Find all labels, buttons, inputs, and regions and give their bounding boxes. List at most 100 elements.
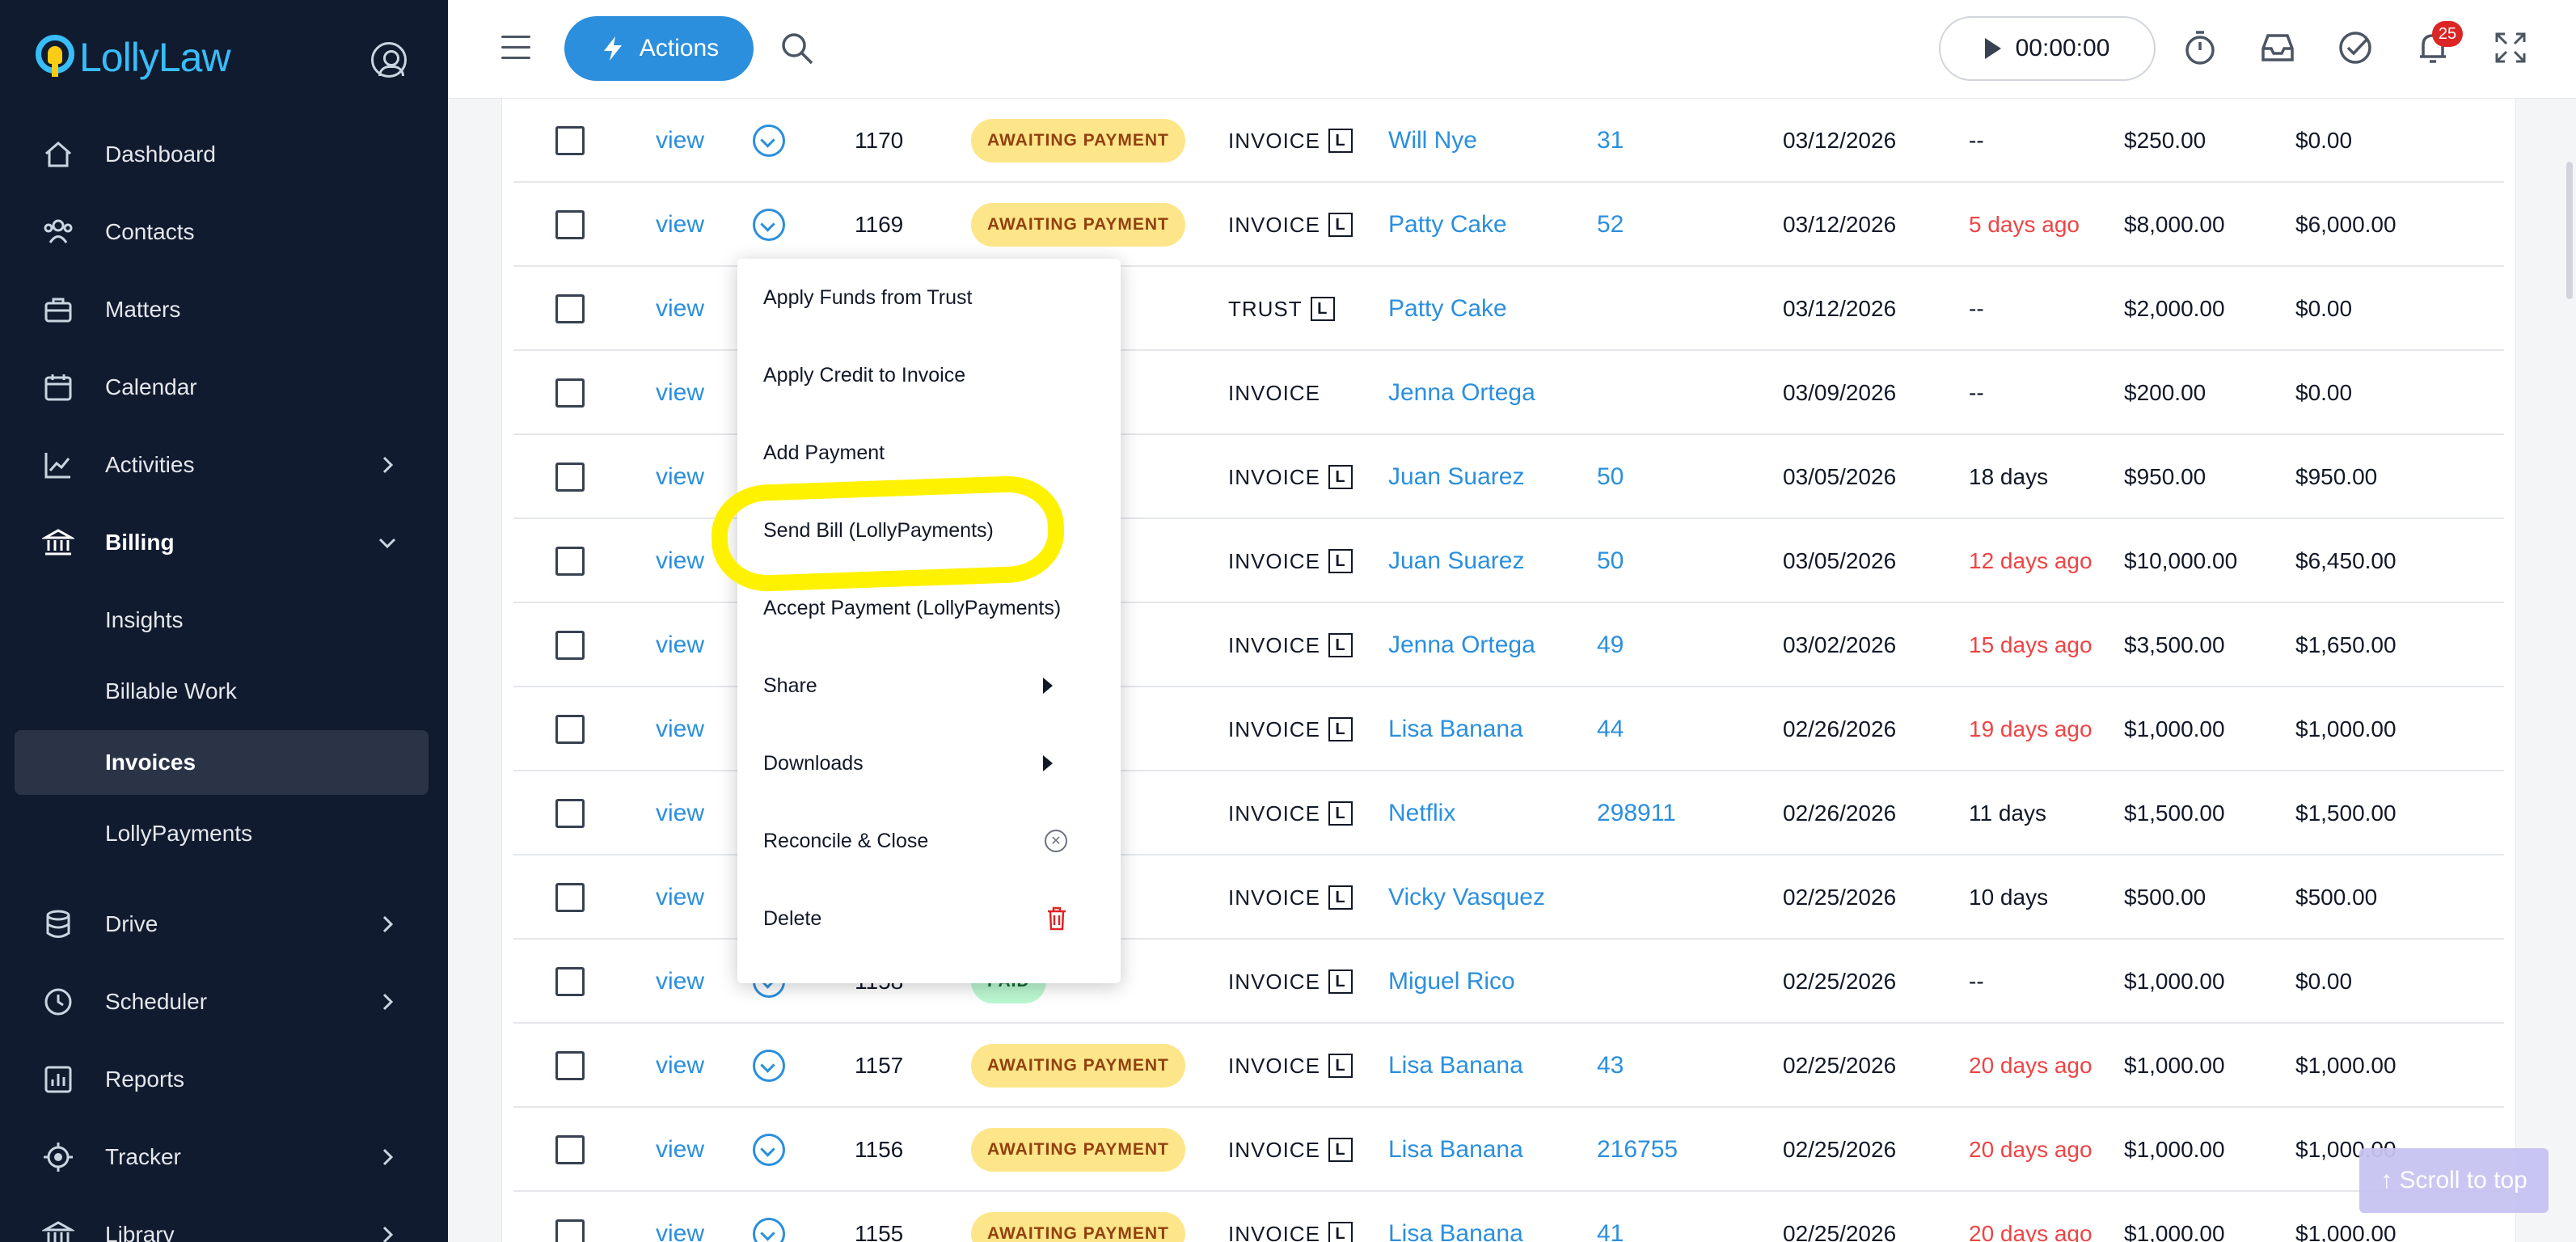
inbox-icon[interactable]: [2259, 29, 2296, 66]
row-checkbox[interactable]: [555, 378, 585, 408]
contact-link[interactable]: Juan Suarez: [1388, 519, 1566, 603]
search-icon[interactable]: [779, 31, 815, 66]
sidebar-subitem-insights[interactable]: Insights: [15, 588, 429, 653]
status-badge: AWAITING PAYMENT: [971, 203, 1185, 247]
menu-reconcile-close[interactable]: Reconcile & Close ✕: [737, 802, 1121, 880]
contact-link[interactable]: Patty Cake: [1388, 183, 1566, 267]
view-link[interactable]: view: [656, 1108, 704, 1192]
menu-apply-funds-from-trust[interactable]: Apply Funds from Trust: [737, 259, 1121, 336]
check-circle-icon[interactable]: [2337, 29, 2374, 66]
view-link[interactable]: view: [656, 351, 704, 435]
view-link[interactable]: view: [656, 603, 704, 687]
row-checkbox[interactable]: [555, 294, 585, 323]
hamburger-menu-icon[interactable]: [501, 36, 530, 60]
matter-link[interactable]: 31: [1597, 99, 1624, 183]
sidebar-item-calendar[interactable]: Calendar: [15, 355, 429, 420]
row-checkbox[interactable]: [555, 883, 585, 912]
type-cell: INVOICEL: [1228, 351, 1320, 435]
sidebar-subitem-invoices[interactable]: Invoices: [15, 730, 429, 795]
row-checkbox[interactable]: [555, 631, 585, 660]
matter-link[interactable]: 52: [1597, 183, 1624, 267]
sidebar-item-scheduler[interactable]: Scheduler: [15, 970, 429, 1034]
matter-link[interactable]: 216755: [1597, 1108, 1678, 1192]
row-dropdown-icon[interactable]: [753, 1050, 785, 1082]
sidebar-item-matters[interactable]: Matters: [15, 277, 429, 342]
scroll-to-top-button[interactable]: ↑ Scroll to top: [2359, 1148, 2549, 1213]
contact-link[interactable]: Lisa Banana: [1388, 1024, 1566, 1108]
sidebar-item-tracker[interactable]: Tracker: [15, 1125, 429, 1189]
row-checkbox[interactable]: [555, 1219, 585, 1242]
fullscreen-icon[interactable]: [2492, 29, 2529, 66]
menu-apply-credit-to-invoice[interactable]: Apply Credit to Invoice: [737, 336, 1121, 414]
row-checkbox[interactable]: [555, 210, 585, 239]
row-checkbox[interactable]: [555, 799, 585, 828]
stopwatch-icon[interactable]: [2181, 29, 2219, 66]
sidebar-subitem-lollypayments[interactable]: LollyPayments: [15, 801, 429, 866]
view-link[interactable]: view: [656, 855, 704, 940]
matter-link[interactable]: 44: [1597, 687, 1624, 771]
contact-link[interactable]: Jenna Ortega: [1388, 351, 1566, 435]
row-dropdown-icon[interactable]: [753, 125, 785, 157]
view-link[interactable]: view: [656, 267, 704, 351]
invoice-date: 03/05/2026: [1783, 464, 1897, 489]
row-dropdown-icon[interactable]: [753, 1218, 785, 1242]
contact-link[interactable]: Patty Cake: [1388, 267, 1566, 351]
contact-link[interactable]: Will Nye: [1388, 99, 1566, 183]
view-link[interactable]: view: [656, 435, 704, 519]
contact-link[interactable]: Juan Suarez: [1388, 435, 1566, 519]
menu-downloads[interactable]: Downloads: [737, 724, 1121, 802]
sidebar-item-dashboard[interactable]: Dashboard: [15, 122, 429, 187]
row-checkbox[interactable]: [555, 967, 585, 996]
contact-link[interactable]: Vicky Vasquez: [1388, 855, 1566, 940]
sidebar-item-contacts[interactable]: Contacts: [15, 200, 429, 264]
sidebar-item-library[interactable]: Library: [15, 1202, 429, 1242]
matter-link[interactable]: 50: [1597, 435, 1624, 519]
view-link[interactable]: view: [656, 771, 704, 855]
lightbulb-logo-icon: [36, 35, 74, 80]
invoice-number: 1157: [855, 1053, 904, 1078]
invoice-age: 5 days ago: [1969, 212, 2080, 237]
account-icon[interactable]: [371, 42, 407, 78]
scrollbar[interactable]: [2566, 162, 2573, 299]
contact-link[interactable]: Jenna Ortega: [1388, 603, 1566, 687]
row-checkbox[interactable]: [555, 463, 585, 492]
contact-link[interactable]: Lisa Banana: [1388, 1192, 1566, 1242]
chevron-right-icon: [382, 993, 394, 1011]
row-checkbox[interactable]: [555, 1051, 585, 1080]
timer-button[interactable]: 00:00:00: [1939, 16, 2156, 81]
row-dropdown-icon[interactable]: [753, 1134, 785, 1166]
row-checkbox[interactable]: [555, 1135, 585, 1164]
menu-share[interactable]: Share: [737, 647, 1121, 724]
sidebar-item-reports[interactable]: Reports: [15, 1047, 429, 1112]
matter-link[interactable]: 50: [1597, 519, 1624, 603]
contact-link[interactable]: Lisa Banana: [1388, 1108, 1566, 1192]
contact-link[interactable]: Lisa Banana: [1388, 687, 1566, 771]
invoice-balance: $1,000.00: [2295, 1053, 2397, 1078]
matter-link[interactable]: 43: [1597, 1024, 1624, 1108]
actions-button[interactable]: Actions: [564, 16, 754, 81]
row-checkbox[interactable]: [555, 715, 585, 744]
brand-logo[interactable]: LollyLaw: [36, 31, 231, 84]
matter-link[interactable]: 298911: [1597, 771, 1676, 855]
menu-delete[interactable]: Delete: [737, 880, 1121, 957]
view-link[interactable]: view: [656, 519, 704, 603]
view-link[interactable]: view: [656, 1024, 704, 1108]
view-link[interactable]: view: [656, 940, 704, 1024]
view-link[interactable]: view: [656, 687, 704, 771]
view-link[interactable]: view: [656, 1192, 704, 1242]
sidebar-item-billing[interactable]: Billing: [15, 510, 429, 575]
sidebar-item-drive[interactable]: Drive: [15, 892, 429, 957]
view-link[interactable]: view: [656, 99, 704, 183]
matter-link[interactable]: 41: [1597, 1192, 1624, 1242]
sidebar-item-activities[interactable]: Activities: [15, 433, 429, 497]
sidebar-subitem-billable-work[interactable]: Billable Work: [15, 659, 429, 724]
row-checkbox[interactable]: [555, 547, 585, 576]
view-link[interactable]: view: [656, 183, 704, 267]
table-row: view 1170 AWAITING PAYMENT INVOICE L Will Nye…: [513, 99, 2504, 183]
contact-link[interactable]: Miguel Rico: [1388, 940, 1566, 1024]
trash-icon: [1048, 906, 1066, 931]
row-dropdown-icon[interactable]: [753, 209, 785, 241]
row-checkbox[interactable]: [555, 126, 585, 155]
matter-link[interactable]: 49: [1597, 603, 1624, 687]
contact-link[interactable]: Netflix: [1388, 771, 1566, 855]
